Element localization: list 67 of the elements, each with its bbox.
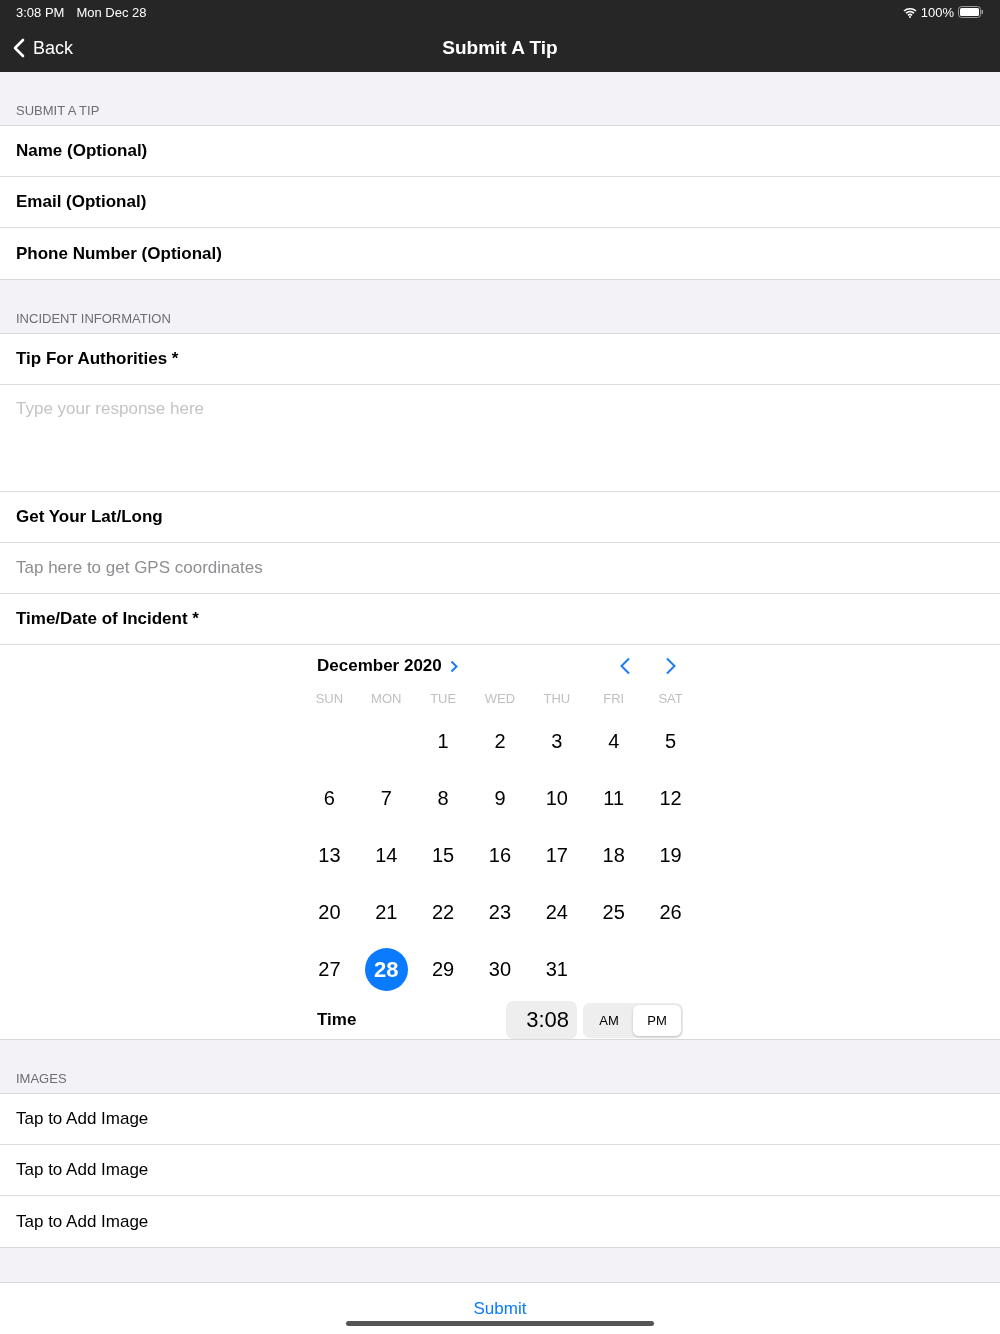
section-header: INCIDENT INFORMATION [16,311,171,326]
field-label: Email (Optional) [16,192,147,212]
calendar-day[interactable]: 22 [421,891,465,934]
calendar-day[interactable]: 30 [478,948,522,991]
weekday-label: FRI [602,690,626,708]
next-month-icon[interactable] [665,657,677,675]
submit-button[interactable]: Submit [467,1297,533,1320]
field-label: Time/Date of Incident * [16,609,199,629]
calendar-day[interactable]: 27 [307,948,351,991]
add-image-item[interactable]: Tap to Add Image [16,1109,149,1129]
calendar-day[interactable]: 29 [421,948,465,991]
battery-icon [958,6,984,18]
weekday-label: SAT [657,690,684,708]
calendar-day[interactable]: 18 [592,834,636,877]
screen-title: Submit A Tip [442,37,558,59]
period-option[interactable]: AM [585,1004,633,1036]
previous-month-icon[interactable] [619,657,631,675]
add-image-item[interactable]: Tap to Add Image [16,1211,149,1232]
weekday-label: MON [370,690,403,708]
calendar-day[interactable]: 17 [535,834,579,877]
calendar-day[interactable]: 28 [364,948,408,991]
chevron-left-icon [13,38,25,58]
period-option[interactable]: PM [633,1004,681,1036]
wifi-icon [902,6,917,18]
calendar-day[interactable]: 2 [478,720,522,763]
status-date: Mon Dec 28 [76,4,147,20]
calendar-day[interactable]: 9 [478,777,522,820]
calendar-day[interactable]: 15 [421,834,465,877]
calendar-day[interactable]: 25 [592,891,636,934]
calendar-day[interactable]: 14 [364,834,408,877]
calendar-day[interactable]: 5 [649,720,693,763]
weekday-label: THU [542,690,572,708]
calendar-day[interactable]: 19 [649,834,693,877]
field-label: Get Your Lat/Long [16,507,163,527]
status-time: 3:08 PM [16,4,65,20]
calendar-day[interactable]: 16 [478,834,522,877]
calendar-day[interactable]: 8 [421,777,465,820]
calendar-day[interactable]: 12 [649,777,693,820]
calendar-day[interactable]: 21 [364,891,408,934]
calendar-day[interactable]: 10 [535,777,579,820]
weekday-label: WED [483,690,517,708]
calendar-day[interactable]: 4 [592,720,636,763]
battery-percent: 100% [920,4,954,20]
field-label: Tip For Authorities * [16,349,179,369]
calendar-day[interactable]: 3 [535,720,579,763]
section-header: IMAGES [16,1071,67,1086]
field-label: Phone Number (Optional) [16,243,222,264]
add-image-item[interactable]: Tap to Add Image [16,1160,149,1180]
field-label: Name (Optional) [16,141,148,161]
calendar-day[interactable]: 24 [535,891,579,934]
section-header: SUBMIT A TIP [16,103,100,118]
calendar-day[interactable]: 13 [307,834,351,877]
calendar-day[interactable]: 11 [592,777,636,820]
calendar-day[interactable]: 6 [307,777,351,820]
calendar-day[interactable]: 23 [478,891,522,934]
calendar-day[interactable]: 1 [421,720,465,763]
calendar-day[interactable]: 20 [307,891,351,934]
time-field[interactable]: 3:08 [506,1001,577,1039]
calendar-day[interactable]: 26 [649,891,693,934]
calendar-day[interactable]: 31 [535,948,579,991]
month-title[interactable]: December 2020 [317,656,442,676]
back-button[interactable]: Back [0,37,74,59]
chevron-right-icon[interactable] [449,659,458,673]
weekday-label: SUN [314,690,345,708]
time-label: Time [317,1010,357,1030]
calendar-day[interactable]: 7 [364,777,408,820]
weekday-label: TUE [429,690,458,708]
